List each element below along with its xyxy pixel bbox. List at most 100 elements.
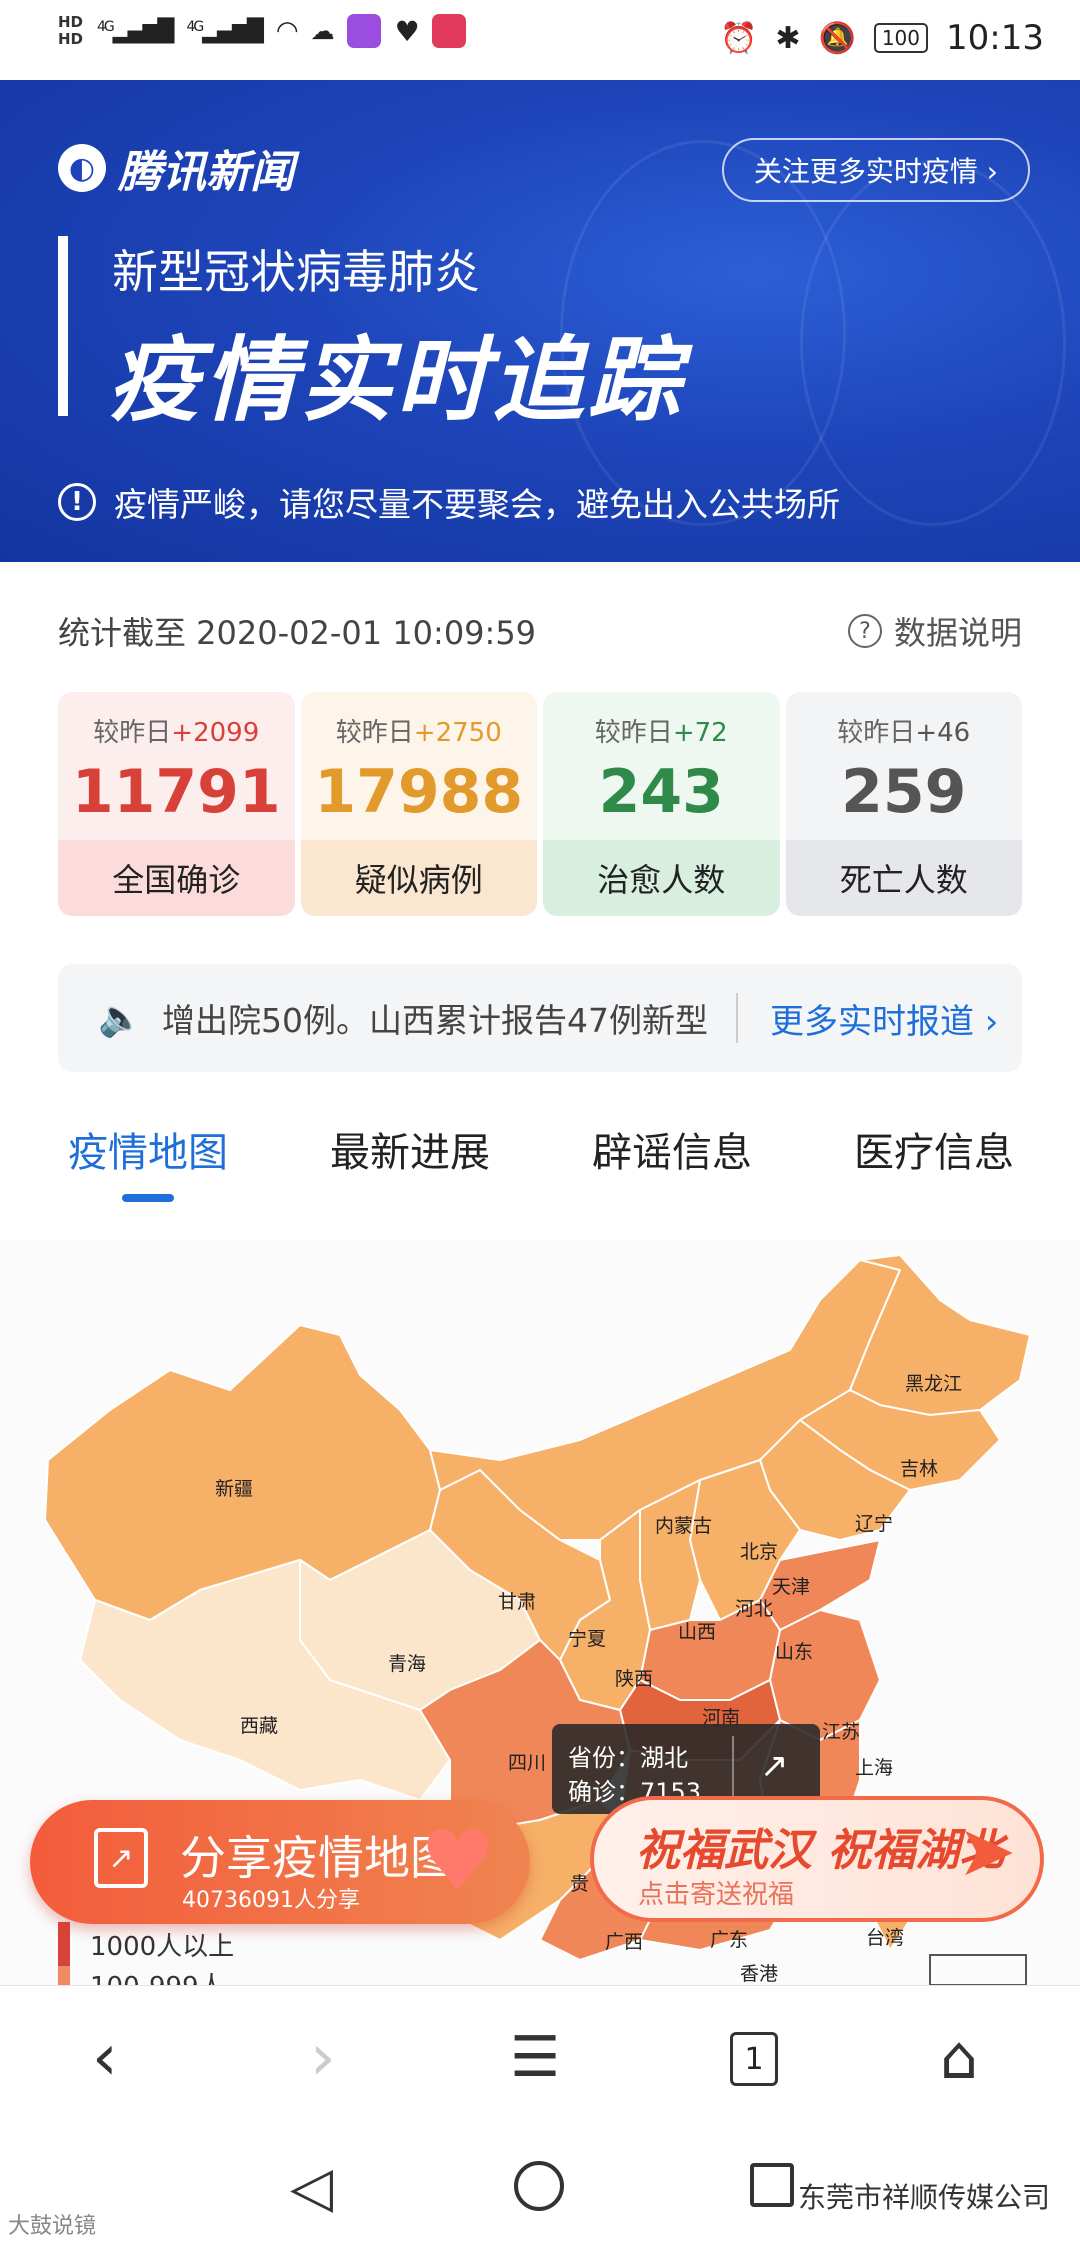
hd1-label: HD [58,13,84,31]
clock: 10:13 [946,18,1044,58]
ticker-divider [736,993,738,1043]
system-recent-icon[interactable] [750,2163,794,2207]
watermark-right: 东莞市祥顺传媒公司 [798,2181,1051,2214]
logo-icon: ◐ [58,144,106,192]
label-jilin: 吉林 [900,1458,938,1480]
share-title: 分享疫情地图 [180,1831,456,1885]
delta-prefix: 较昨日 [594,718,673,748]
delta-value: +72 [672,718,728,748]
cured-label: 治愈人数 [543,840,780,916]
delta-value: +2099 [171,718,260,748]
label-xizang: 西藏 [240,1715,278,1737]
signal-icon: 4G▂▄▆█ [97,18,174,44]
tab-epidemic-map[interactable]: 疫情地图 [68,1120,228,1178]
mute-icon: 🔕 [818,20,856,56]
label-beijing: 北京 [740,1541,778,1563]
system-back-icon[interactable]: ◁ [290,2155,333,2220]
stats-timestamp: 统计截至 2020-02-01 10:09:59 [58,614,537,652]
news-ticker[interactable]: 🔈 增出院50例。山西累计报告47例新型 更多实时报道 › [58,964,1022,1072]
more-reports-link[interactable]: 更多实时报道 › [770,994,998,1043]
label-xinjiang: 新疆 [215,1478,253,1500]
bless-subtitle: 点击寄送祝福 [638,1880,795,1910]
data-note-link[interactable]: ? 数据说明 [847,608,1022,654]
label-shaanxi: 陕西 [615,1668,653,1690]
label-sichuan: 四川 [508,1752,546,1774]
tooltip-province: 省份：湖北 [568,1744,688,1772]
suspected-label: 疑似病例 [300,840,537,916]
menu-icon[interactable]: ☰ [510,2026,560,2090]
exclamation-icon: ! [58,483,96,521]
delta-prefix: 较昨日 [93,718,172,748]
alarm-icon: ⏰ [719,20,758,56]
active-tab-indicator [122,1194,174,1202]
send-blessing-button[interactable]: 祝福武汉 祝福湖北 点击寄送祝福 ➤ [590,1796,1044,1922]
label-taiwan: 台湾 [866,1927,904,1949]
weather-icon: ☁ [310,17,335,45]
home-icon[interactable]: ⌂ [940,2026,978,2090]
browser-toolbar: ‹ › ☰ 1 ⌂ [0,1985,1080,2134]
tooltip-divider [732,1736,734,1802]
label-xianggang: 香港 [740,1963,778,1985]
label-guangxi: 广西 [605,1931,643,1953]
banner-title: 疫情实时追踪 [108,327,685,434]
hd2-label: HD [58,30,84,48]
confirmed-card: 较昨日+2099 11791 全国确诊 [58,692,295,916]
label-heilongjiang: 黑龙江 [905,1373,962,1395]
legend-swatch-high [58,1922,70,1966]
health-icon: ♥ [394,14,420,48]
back-button[interactable]: ‹ [92,2026,118,2090]
tab-medical-info[interactable]: 医疗信息 [854,1120,1014,1178]
cured-card: 较昨日+72 243 治愈人数 [543,692,780,916]
label-qinghai: 青海 [388,1653,426,1675]
south-sea-inset [929,1954,1027,1985]
tabs-count-button[interactable]: 1 [730,2032,778,2086]
wifi-icon: ◠ [275,16,299,46]
label-shanghai: 上海 [855,1757,893,1779]
battery-icon: 100 [873,23,929,53]
label-liaoning: 辽宁 [855,1513,893,1535]
video-app-icon [346,14,381,48]
label-gansu: 甘肃 [498,1591,536,1613]
lung-decoration [800,160,1066,526]
hd-indicator: HD HD [58,14,83,48]
status-right: ⏰ ✱ 🔕 100 10:13 [720,18,1044,58]
tencent-news-logo: ◐ 腾讯新闻 [58,136,294,200]
label-ningxia: 宁夏 [568,1628,606,1650]
external-link-icon[interactable]: ↗ [760,1746,789,1786]
logo-text: 腾讯新闻 [118,147,294,198]
question-icon: ? [847,614,882,648]
forward-button[interactable]: › [310,2026,336,2090]
share-chart-icon: ↗ [94,1828,148,1888]
delta-prefix: 较昨日 [335,718,414,748]
status-bar: HD HD 4G▂▄▆█ 4G▂▄▆█ ◠ ☁ ♥ ⏰ ✱ 🔕 100 10:1… [0,0,1080,80]
follow-more-button[interactable]: 关注更多实时疫情 › [721,138,1030,202]
stats-cards: 较昨日+2099 11791 全国确诊 较昨日+2750 17988 疑似病例 … [58,692,1022,916]
watermark-left: 大鼓说镜 [8,2214,97,2239]
legend-label-mid: 100-999人 [90,1966,225,1986]
confirmed-label: 全国确诊 [58,840,295,916]
bluetooth-icon: ✱ [775,20,801,56]
label-jiangsu: 江苏 [822,1721,860,1743]
label-hebei: 河北 [735,1598,773,1620]
system-home-icon[interactable] [514,2161,564,2211]
follow-label: 关注更多实时疫情 [753,155,978,188]
warning-notice: ! 疫情严峻，请您尽量不要聚会，避免出入公共场所 [58,478,840,526]
status-left: HD HD 4G▂▄▆█ 4G▂▄▆█ ◠ ☁ ♥ [58,14,466,48]
chevron-right-icon: › [986,155,998,188]
banner-subtitle: 新型冠状病毒肺炎 [112,245,480,299]
label-neimenggu: 内蒙古 [655,1515,712,1537]
ticker-text: 增出院50例。山西累计报告47例新型 [162,1001,708,1040]
paper-plane-icon: ➤ [957,1810,1016,1892]
tab-latest-progress[interactable]: 最新进展 [330,1120,490,1178]
label-guizhou: 贵 [570,1873,589,1895]
cured-count: 243 [598,757,724,827]
tab-rumor-refute[interactable]: 辟谣信息 [592,1120,752,1178]
label-tianjin: 天津 [772,1576,810,1598]
warning-text: 疫情严峻，请您尽量不要聚会，避免出入公共场所 [114,485,840,524]
share-count: 40736091人分享 [182,1888,360,1913]
speaker-icon: 🔈 [98,998,143,1039]
death-count: 259 [841,757,967,827]
header-banner: ◐ 腾讯新闻 关注更多实时疫情 › 新型冠状病毒肺炎 疫情实时追踪 ! 疫情严峻… [0,80,1080,562]
heart-icon: ♥ [420,1812,496,1910]
death-card: 较昨日+46 259 死亡人数 [785,692,1022,916]
